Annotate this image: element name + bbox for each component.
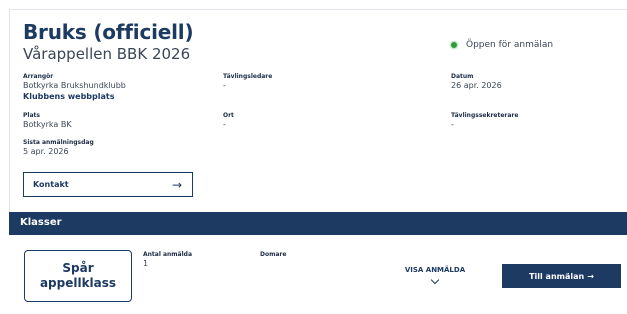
registration-status: Öppen för anmälan — [451, 40, 553, 50]
event-title: Bruks (officiell) — [23, 20, 194, 44]
deadline-value: 5 apr. 2026 — [23, 147, 69, 156]
judge-label: Domare — [260, 251, 287, 258]
show-entries-toggle[interactable]: VISA ANMÄLDA — [400, 266, 470, 285]
event-subtitle: Vårappellen BBK 2026 — [23, 45, 191, 63]
contact-button-label: Kontakt — [33, 180, 69, 189]
status-text: Öppen för anmälan — [466, 40, 554, 50]
competition-leader-value: - — [223, 81, 226, 90]
chevron-down-icon — [430, 275, 440, 285]
contact-button[interactable]: Kontakt → — [23, 172, 193, 197]
entries-count-label: Antal anmälda — [143, 251, 192, 258]
class-button-spar-appellklass[interactable]: Spår appellklass — [24, 250, 132, 302]
classes-section-title: Klasser — [20, 217, 62, 228]
class-name-line1: Spår — [62, 261, 94, 275]
club-website-link[interactable]: Klubbens webbplats — [23, 92, 114, 101]
show-entries-label: VISA ANMÄLDA — [404, 266, 466, 274]
go-to-registration-button[interactable]: Till anmälan → — [502, 264, 621, 288]
deadline-label: Sista anmälningsdag — [23, 139, 94, 146]
organizer-value: Botkyrka Brukshundklubb — [23, 81, 126, 90]
secretary-value: - — [451, 120, 454, 129]
arrow-right-icon: → — [587, 271, 594, 281]
date-label: Datum — [451, 73, 474, 80]
competition-leader-label: Tävlingsledare — [223, 73, 273, 80]
arrow-right-icon: → — [171, 177, 182, 192]
organizer-label: Arrangör — [23, 73, 54, 80]
date-value: 26 apr. 2026 — [451, 81, 502, 90]
status-dot-icon — [451, 42, 457, 48]
class-name-line2: appellklass — [39, 276, 117, 290]
location-label: Plats — [23, 112, 40, 119]
city-value: - — [223, 120, 226, 129]
entries-count-value: 1 — [143, 259, 149, 268]
classes-section-header — [9, 212, 627, 235]
apply-button-label: Till anmälan — [529, 271, 585, 281]
location-value: Botkyrka BK — [23, 120, 72, 129]
city-label: Ort — [223, 112, 234, 119]
secretary-label: Tävlingssekreterare — [451, 112, 519, 119]
